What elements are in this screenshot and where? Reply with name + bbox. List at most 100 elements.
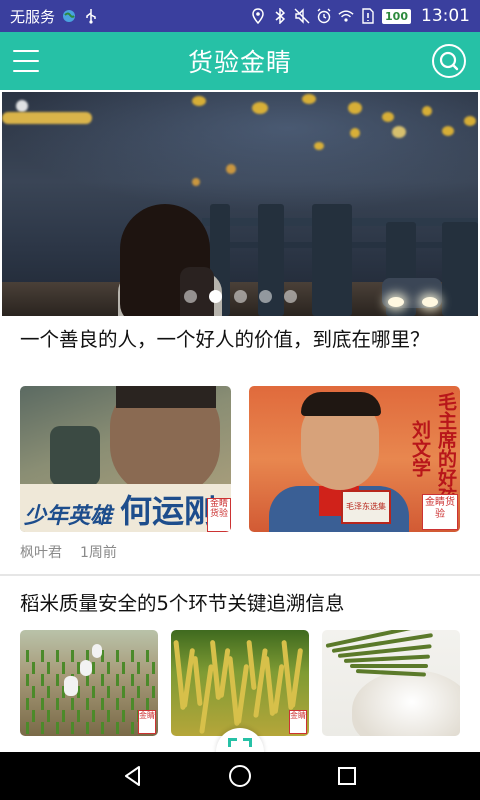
scan-corner (228, 738, 237, 747)
banner-carousel[interactable] (2, 92, 478, 316)
article-thumbnail[interactable]: 金睛 (20, 630, 158, 736)
back-button[interactable] (113, 756, 153, 796)
article-meta: 枫叶君 1周前 (20, 542, 117, 562)
poster-figure (50, 426, 100, 486)
scan-corner (243, 738, 252, 747)
rice-stalk (281, 639, 294, 711)
screen: 无服务 100 13:01 货验金睛 一个善良的人，一个好人的价值，到底在哪里？… (0, 0, 480, 800)
rice-sprout (137, 686, 140, 698)
recents-icon (337, 767, 356, 785)
bokeh-light (314, 142, 324, 150)
rice-sprout (107, 686, 110, 698)
rice-sprout (41, 698, 44, 710)
rice-sprout (146, 674, 149, 686)
bokeh-light (192, 96, 206, 106)
rice-sprout (92, 662, 95, 674)
back-icon (125, 766, 141, 786)
rice-sprout (131, 722, 134, 734)
bokeh-light (252, 102, 268, 114)
rice-leaf (350, 664, 428, 668)
rice-sprout (122, 662, 125, 674)
rice-sprout (47, 686, 50, 698)
rice-sprout (92, 686, 95, 698)
poster-caption-small: 少年英雄 (24, 504, 113, 529)
carousel-dot[interactable] (183, 290, 197, 303)
app-bar: 货验金睛 (0, 32, 480, 90)
rice-sprout (101, 698, 104, 710)
rice-sprout (32, 686, 35, 698)
watermark-seal: 金睛 (289, 710, 307, 734)
carousel-dot[interactable] (283, 290, 297, 303)
rice-sprout (77, 710, 80, 722)
carousel-dot[interactable] (258, 290, 272, 303)
rice-sprout (92, 710, 95, 722)
watermark-seal: 金睛 (138, 710, 156, 734)
bluetooth-icon (272, 8, 288, 24)
bokeh-light (226, 164, 236, 174)
rice-sprout (41, 674, 44, 686)
usb-icon (83, 8, 99, 24)
bokeh-light (422, 106, 432, 116)
farmer (64, 676, 78, 696)
article-thumbnail-left[interactable]: 少年英雄 何运刚 金睛货验 (20, 386, 231, 532)
watermark-seal: 金睛货验 (422, 494, 458, 530)
alarm-icon (316, 8, 332, 24)
carousel-dot[interactable] (233, 290, 247, 303)
rice-stalk (227, 655, 240, 727)
battery-icon: 100 (382, 8, 411, 24)
mute-icon (294, 8, 310, 24)
rice-sprout (71, 698, 74, 710)
rice-sprout (47, 710, 50, 722)
search-icon (439, 51, 459, 71)
sim-alert-icon (360, 8, 376, 24)
bokeh-light (16, 100, 28, 112)
farmer (80, 660, 92, 676)
status-bar: 无服务 100 13:01 (0, 0, 480, 32)
menu-button[interactable] (13, 50, 39, 72)
rice-sprout (107, 710, 110, 722)
article-thumbnail-right[interactable]: 毛泽东选集 毛主席的好孩子 刘文学 金睛货验 (249, 386, 460, 532)
rice-sprout (122, 686, 125, 698)
bokeh-light (348, 102, 362, 114)
rice-sprout (26, 674, 29, 686)
rice-sprout (86, 698, 89, 710)
poster-vertical-text-2: 刘文学 (409, 420, 431, 477)
rice-sprout (26, 722, 29, 734)
rice-sprout (116, 722, 119, 734)
rice-sprout (101, 674, 104, 686)
home-button[interactable] (220, 756, 260, 796)
article-thumbnail[interactable]: 金睛 (171, 630, 309, 736)
bokeh-light (2, 112, 92, 124)
rice-sprout (131, 698, 134, 710)
bokeh-light (350, 128, 360, 138)
article-thumbnail[interactable] (322, 630, 460, 736)
carousel-dot[interactable] (208, 290, 222, 303)
search-button[interactable] (432, 44, 466, 78)
poster-hair (116, 386, 216, 408)
rice-sprout (71, 650, 74, 662)
rice-pile (352, 670, 460, 736)
carrier-label: 无服务 (10, 7, 56, 26)
app-title: 货验金睛 (187, 48, 292, 77)
rice-sprout (122, 710, 125, 722)
rice-sprout (56, 722, 59, 734)
recents-button[interactable] (327, 756, 367, 796)
rice-sprout (71, 722, 74, 734)
location-icon (250, 8, 266, 24)
rice-sprout (56, 674, 59, 686)
rice-sprout (116, 674, 119, 686)
menu-icon (13, 50, 39, 52)
rice-sprout (56, 650, 59, 662)
carousel-indicator (0, 290, 480, 303)
rice-stalk (192, 655, 203, 707)
rice-sprout (131, 674, 134, 686)
article-title[interactable]: 稻米质量安全的5个环节关键追溯信息 (20, 590, 460, 617)
article-time: 1周前 (80, 545, 117, 561)
article-author: 枫叶君 (20, 545, 62, 561)
rice-sprout (146, 698, 149, 710)
article-title[interactable]: 一个善良的人，一个好人的价值，到底在哪里？ (20, 326, 460, 353)
rice-sprout (146, 650, 149, 662)
bokeh-light (302, 94, 316, 104)
bokeh-light (464, 116, 476, 126)
menu-icon-line (13, 70, 39, 72)
